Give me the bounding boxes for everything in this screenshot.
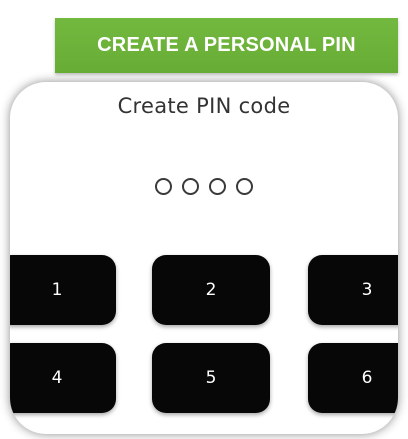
key-2[interactable]: 2 xyxy=(152,255,270,325)
banner-text: CREATE A PERSONAL PIN xyxy=(97,34,356,56)
pin-dot-3 xyxy=(209,178,226,195)
pin-dot-1 xyxy=(155,178,172,195)
key-4[interactable]: 4 xyxy=(10,343,116,413)
create-pin-banner: CREATE A PERSONAL PIN xyxy=(55,18,398,73)
pin-dot-4 xyxy=(236,178,253,195)
screen-title: Create PIN code xyxy=(117,94,291,118)
phone-screen: Create PIN code 1 2 3 4 5 6 xyxy=(10,82,398,434)
pin-dot-2 xyxy=(182,178,199,195)
key-5[interactable]: 5 xyxy=(152,343,270,413)
key-6[interactable]: 6 xyxy=(308,343,398,413)
key-1[interactable]: 1 xyxy=(10,255,116,325)
numeric-keypad: 1 2 3 4 5 6 xyxy=(10,255,398,434)
key-3[interactable]: 3 xyxy=(308,255,398,325)
pin-indicator xyxy=(10,178,398,195)
